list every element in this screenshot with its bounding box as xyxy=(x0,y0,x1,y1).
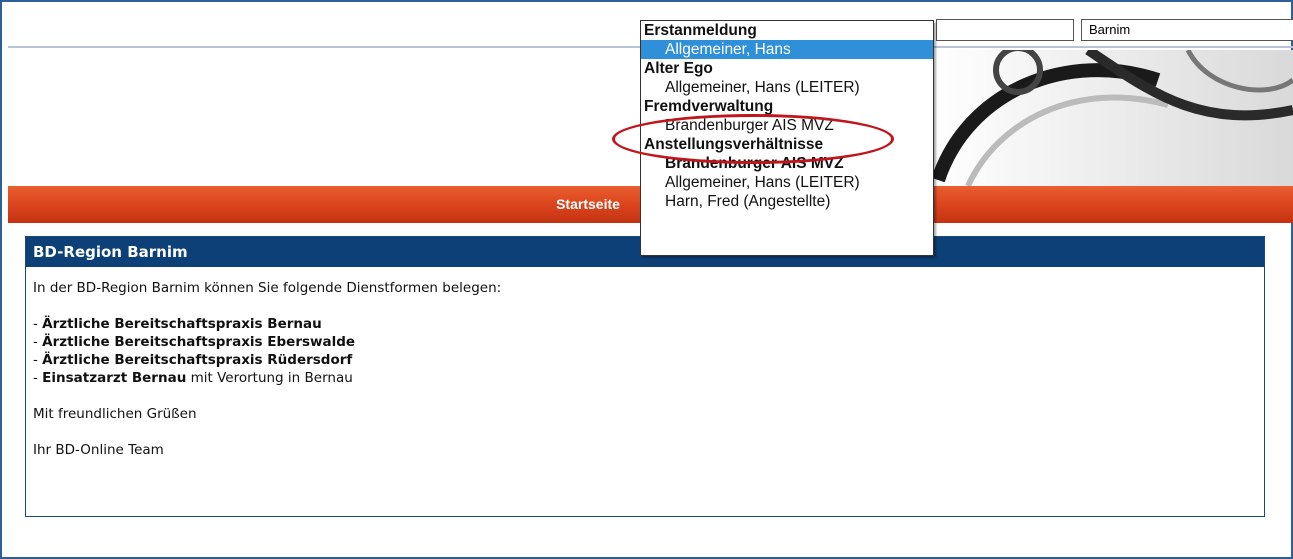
user-select-dropdown[interactable]: Erstanmeldung Allgemeiner, Hans Alter Eg… xyxy=(640,20,934,256)
region-select-field[interactable]: Barnim xyxy=(1081,19,1293,41)
greeting-text: Mit freundlichen Grüßen xyxy=(33,406,197,422)
option-brandenburger-ais-mvz[interactable]: Brandenburger AIS MVZ xyxy=(641,116,933,135)
service-list-item: - Einsatzarzt Bernau mit Verortung in Be… xyxy=(33,370,353,386)
option-brandenburger-ais-mvz-employer[interactable]: Brandenburger AIS MVZ xyxy=(641,154,933,173)
group-label-fremdverwaltung: Fremdverwaltung xyxy=(644,98,774,115)
intro-text: In der BD-Region Barnim können Sie folge… xyxy=(33,280,502,296)
option-harn-fred[interactable]: Harn, Fred (Angestellte) xyxy=(641,192,933,211)
service-list-item: - Ärztliche Bereitschaftspraxis Eberswal… xyxy=(33,334,356,350)
group-label-alter-ego: Alter Ego xyxy=(644,60,713,77)
option-allgemeiner-hans-leiter-employee[interactable]: Allgemeiner, Hans (LEITER) xyxy=(641,173,933,192)
panel-body: In der BD-Region Barnim können Sie folge… xyxy=(26,267,1264,459)
region-info-panel: BD-Region Barnim In der BD-Region Barnim… xyxy=(25,236,1265,517)
user-select-field[interactable] xyxy=(936,19,1074,41)
service-list-item: - Ärztliche Bereitschaftspraxis Rüdersdo… xyxy=(33,352,353,368)
option-allgemeiner-hans-leiter[interactable]: Allgemeiner, Hans (LEITER) xyxy=(641,78,933,97)
nav-home-link[interactable]: Startseite xyxy=(540,196,636,212)
group-label-anstellungsverhaeltnisse: Anstellungsverhältnisse xyxy=(644,136,824,153)
service-list-item: - Ärztliche Bereitschaftspraxis Bernau xyxy=(33,316,322,332)
group-label-erstanmeldung: Erstanmeldung xyxy=(644,22,757,39)
signature-text: Ihr BD-Online Team xyxy=(33,442,164,458)
option-allgemeiner-hans[interactable]: Allgemeiner, Hans xyxy=(641,40,933,59)
